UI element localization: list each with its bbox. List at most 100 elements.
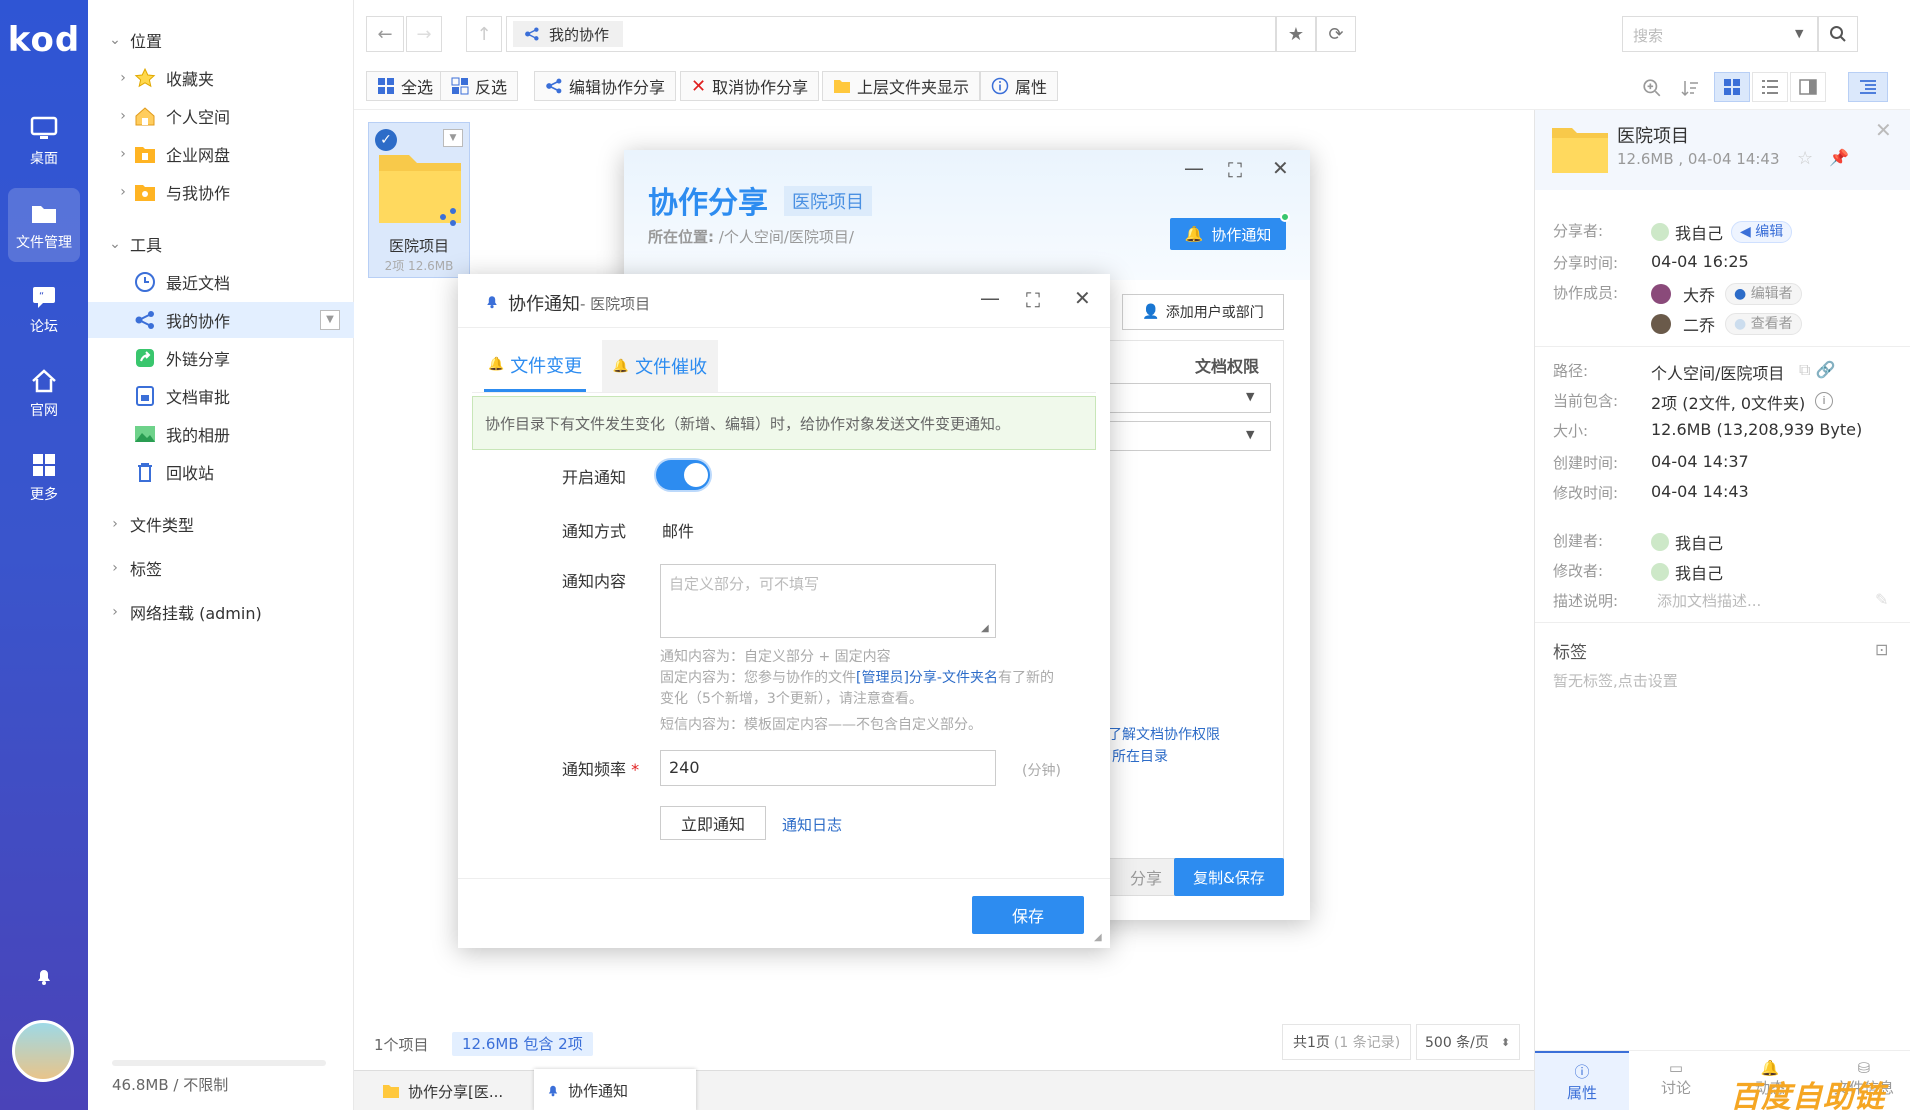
tags-empty[interactable]: 暂无标签,点击设置 [1553, 670, 1678, 691]
page-size-select[interactable]: 500 条/页 ⬍ [1416, 1024, 1520, 1060]
breadcrumb[interactable]: 我的协作 [513, 21, 624, 47]
tree-section-mount[interactable]: › 网络挂载 (admin) [88, 594, 354, 630]
tab-file-change[interactable]: 🔔 文件变更 [484, 340, 587, 392]
folder-icon [383, 1085, 399, 1098]
refresh-button[interactable]: ⟳ [1316, 16, 1356, 52]
description-input[interactable]: 添加文档描述... [1657, 590, 1761, 611]
folder-icon [833, 78, 851, 94]
icon-view-icon[interactable] [1714, 72, 1750, 102]
tree-item-link-share[interactable]: 外链分享 [88, 340, 354, 376]
zoom-icon[interactable] [1642, 78, 1662, 102]
collab-notify-button[interactable]: 🔔 协作通知 [1170, 218, 1286, 250]
rail-item-files[interactable]: 文件管理 [8, 188, 80, 262]
invert-select-button[interactable]: 反选 [440, 71, 519, 101]
notify-log-link[interactable]: 通知日志 [782, 814, 842, 835]
tree-section-tools[interactable]: ⌄ 工具 [88, 226, 354, 262]
tree-item-enterprise[interactable]: › 企业网盘 [88, 136, 354, 172]
split-view-icon[interactable] [1790, 72, 1826, 102]
info-banner: 协作目录下有文件发生变化（新增、编辑）时，给协作对象发送文件变更通知。 [472, 396, 1096, 450]
tree-item-recent[interactable]: 最近文档 [88, 264, 354, 300]
tab-discussion[interactable]: ▭ 讨论 [1629, 1051, 1723, 1110]
tree-section-tags[interactable]: › 标签 [88, 550, 354, 586]
tree-item-my-collab[interactable]: 我的协作 ▼ [88, 302, 354, 338]
add-user-button[interactable]: 👤 添加用户或部门 [1122, 294, 1284, 330]
sort-icon[interactable] [1680, 78, 1700, 102]
favorite-button[interactable]: ★ [1276, 16, 1316, 52]
edit-icon[interactable]: ✎ [1875, 590, 1888, 609]
close-icon[interactable]: ✕ [1875, 118, 1892, 142]
tag-icon[interactable]: ⊡ [1875, 640, 1888, 659]
avatar[interactable] [12, 1020, 74, 1082]
search-button[interactable] [1818, 16, 1858, 52]
image-icon [132, 423, 158, 445]
maximize-icon[interactable]: ⛶ [1228, 158, 1242, 182]
dropdown-toggle-icon[interactable]: ▼ [320, 310, 340, 330]
home-icon [132, 105, 158, 127]
bell-icon: 🔔 [1184, 225, 1204, 243]
tree-item-album[interactable]: 我的相册 [88, 416, 354, 452]
rail-item-website[interactable]: 官网 [8, 356, 80, 430]
tree-section-filetype[interactable]: › 文件类型 [88, 506, 354, 542]
forward-button[interactable]: → [406, 16, 442, 52]
task-tab-notify[interactable]: 协作通知 [534, 1069, 696, 1110]
checkmark-icon[interactable]: ✓ [375, 129, 397, 151]
caret-down-icon[interactable]: ▼ [1795, 27, 1803, 40]
maximize-icon[interactable]: ⛶ [1026, 288, 1040, 312]
learn-permission-link[interactable]: 了解文档协作权限 [1108, 724, 1220, 744]
star-icon[interactable]: ☆ [1797, 148, 1813, 169]
pagination-info: 共1页 (1 条记录) [1282, 1024, 1412, 1060]
save-button[interactable]: 保存 [972, 896, 1084, 934]
resize-handle-icon[interactable]: ◢ [1094, 932, 1102, 943]
info-icon[interactable]: i [1815, 392, 1833, 410]
rail-item-forum[interactable]: “ 论坛 [8, 272, 80, 346]
desktop-icon [30, 116, 58, 139]
notify-dialog: 协作通知 - 医院项目 — ⛶ ✕ 🔔 文件变更 🔔 文件催收 协作目录下有文件发生… [458, 274, 1110, 948]
rail-item-desktop[interactable]: 桌面 [8, 104, 80, 178]
back-button[interactable]: ← [366, 16, 404, 52]
rail-item-more[interactable]: 更多 [8, 440, 80, 514]
search-input[interactable]: 搜索 ▼ [1622, 16, 1818, 52]
resize-handle-icon[interactable]: ◢ [981, 623, 989, 634]
select-all-button[interactable]: 全选 [366, 71, 445, 101]
tab-properties[interactable]: ⓘ 属性 [1535, 1051, 1629, 1110]
file-item-hospital-project[interactable]: ✓ ▼ 医院项目 2项 12.6MB [368, 122, 470, 278]
arrow-right-icon: → [416, 23, 432, 45]
tree-item-approval[interactable]: 文档审批 [88, 378, 354, 414]
bell-icon[interactable] [34, 966, 54, 990]
chevron-right-icon: › [112, 516, 118, 532]
path-input[interactable]: 我的协作 [506, 16, 1276, 52]
open-dir-link[interactable]: 所在目录 [1112, 746, 1168, 766]
notify-content-textarea[interactable]: 自定义部分，可不填写 ◢ [660, 564, 996, 638]
share-nodes-icon [132, 309, 158, 331]
edit-share-button[interactable]: 编辑协作分享 [534, 71, 677, 101]
share-nodes-icon [545, 77, 563, 95]
tree-section-location[interactable]: ⌄ 位置 [88, 22, 354, 58]
up-button[interactable]: ↑ [466, 16, 502, 52]
copy-save-button[interactable]: 复制&保存 [1174, 858, 1284, 896]
list-view-icon[interactable] [1752, 72, 1788, 102]
notify-title: 协作通知 [508, 294, 580, 315]
cancel-share-button[interactable]: ✕ 取消协作分享 [680, 71, 820, 101]
task-tab-share[interactable]: 协作分享[医... [370, 1073, 526, 1109]
minimize-icon[interactable]: — [980, 286, 1000, 310]
folder-icon [32, 206, 56, 223]
toggle-info-panel-icon[interactable] [1848, 72, 1888, 102]
tab-file-collect[interactable]: 🔔 文件催收 [602, 340, 718, 392]
notify-now-button[interactable]: 立即通知 [660, 806, 766, 840]
tree-item-recycle[interactable]: 回收站 [88, 454, 354, 490]
grid-invert-icon [451, 77, 469, 95]
minimize-icon[interactable]: — [1184, 156, 1204, 180]
caret-down-icon[interactable]: ▼ [443, 129, 463, 147]
notify-frequency-input[interactable]: 240 [660, 750, 996, 786]
close-icon[interactable]: ✕ [1272, 156, 1289, 180]
tree-item-favorites[interactable]: › 收藏夹 [88, 60, 354, 96]
parent-folder-button[interactable]: 上层文件夹显示 [822, 71, 981, 101]
folder-icon [1551, 124, 1609, 178]
tree-item-shared-with-me[interactable]: › 与我协作 [88, 174, 354, 210]
properties-button[interactable]: 属性 [980, 71, 1059, 101]
pin-icon[interactable]: 📌 [1829, 148, 1849, 167]
enable-notify-toggle[interactable] [656, 460, 710, 490]
close-icon[interactable]: ✕ [1074, 286, 1091, 310]
copy-icon[interactable]: ⧉ 🔗 [1799, 360, 1835, 380]
tree-item-personal[interactable]: › 个人空间 [88, 98, 354, 134]
